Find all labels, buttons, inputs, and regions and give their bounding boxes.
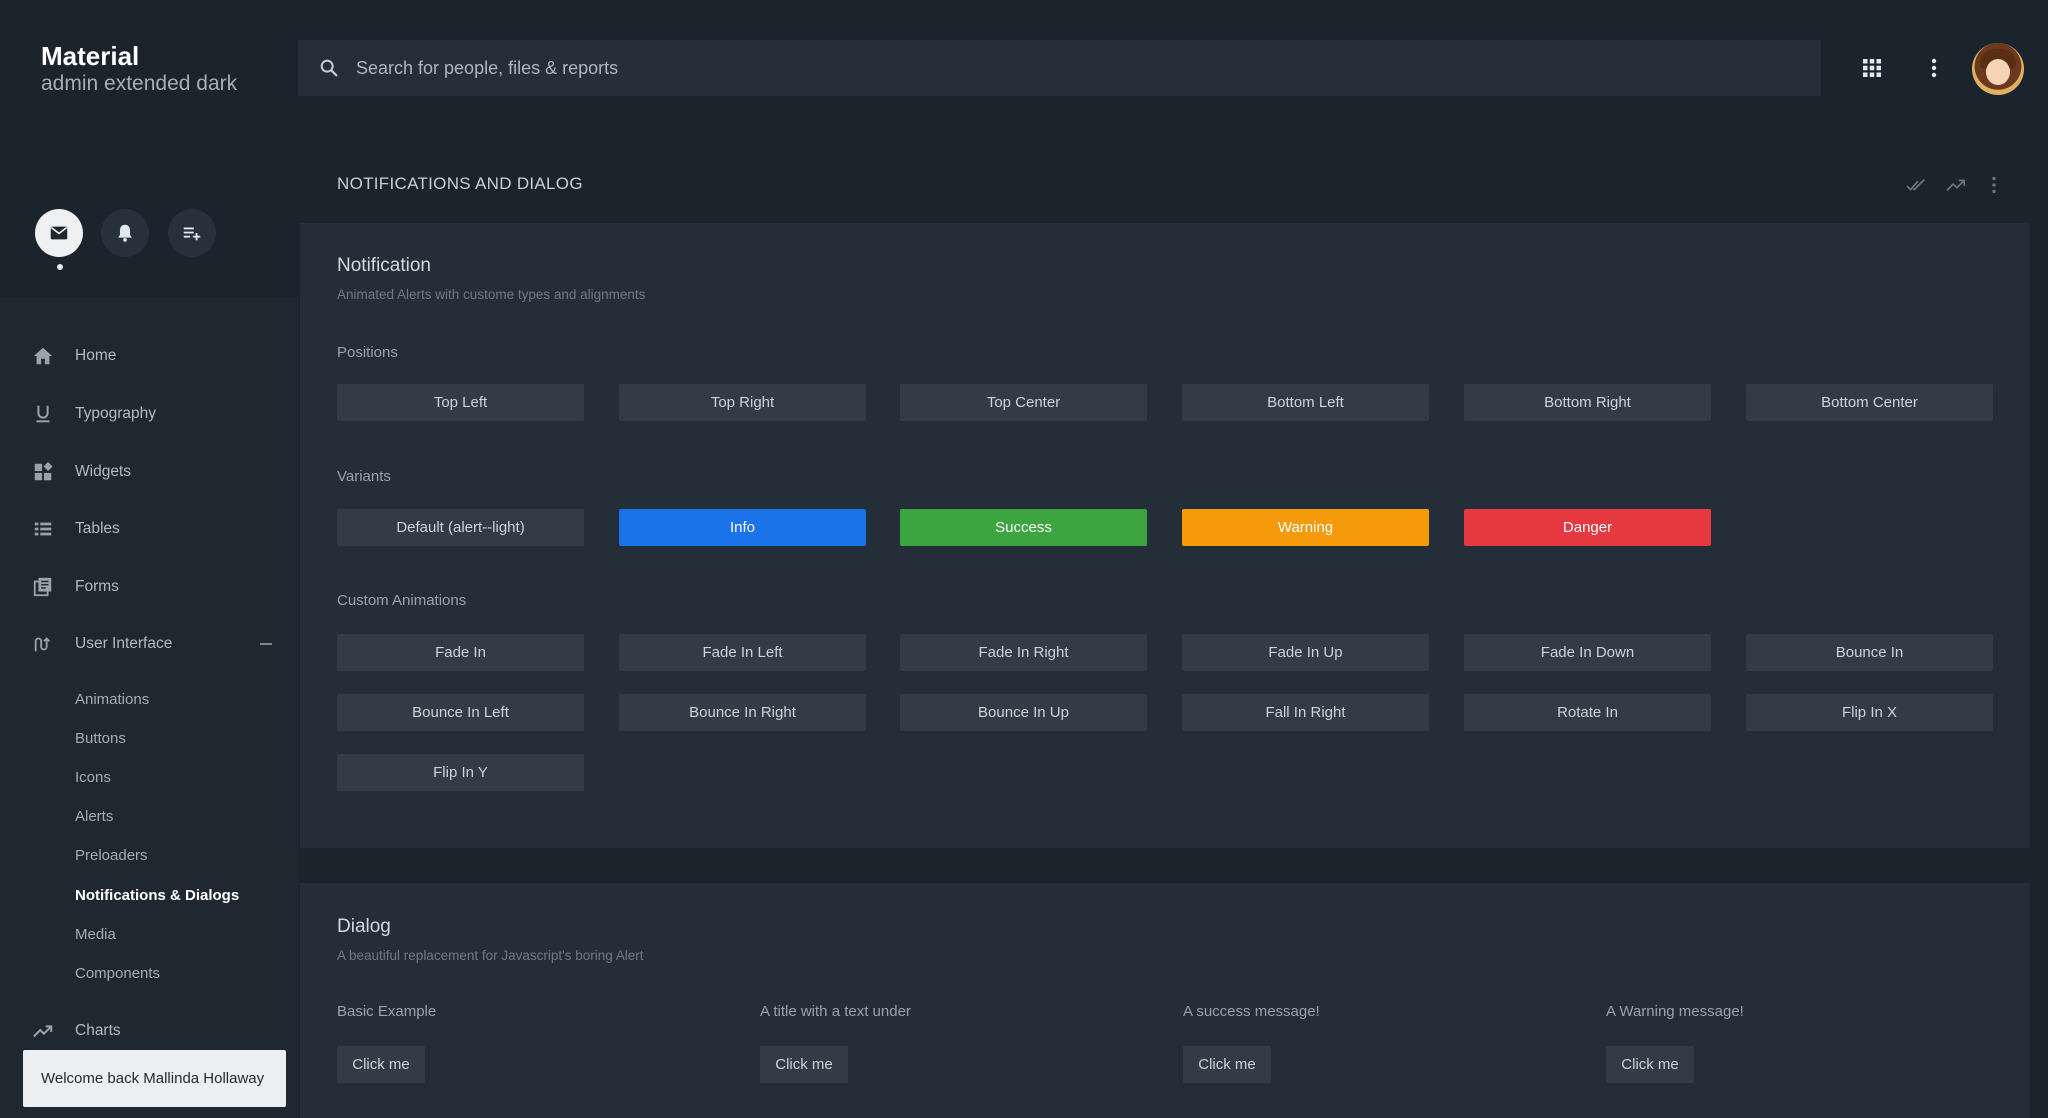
- playlist-add-button[interactable]: [168, 209, 216, 257]
- sidebar-item-label: Home: [75, 347, 117, 364]
- trending-up-icon[interactable]: [1945, 174, 1967, 196]
- welcome-toast[interactable]: Welcome back Mallinda Hollaway: [23, 1050, 286, 1107]
- animation-rotate-in-button[interactable]: Rotate In: [1464, 694, 1711, 731]
- sidebar-subitem-alerts[interactable]: Alerts: [75, 808, 113, 825]
- search-bar[interactable]: [298, 40, 1821, 96]
- variant-danger-button[interactable]: Danger: [1464, 509, 1711, 546]
- apps-grid-icon[interactable]: [1860, 56, 1884, 80]
- sidebar-subitem-animations[interactable]: Animations: [75, 691, 149, 708]
- position-top-center-button[interactable]: Top Center: [900, 384, 1147, 421]
- sidebar-item-label: Forms: [75, 578, 119, 595]
- dialog-example-label: Basic Example: [337, 1003, 437, 1020]
- forms-icon: [33, 577, 52, 597]
- sidebar-item-widgets[interactable]: Widgets: [0, 452, 298, 492]
- sidebar-item-user-interface[interactable]: User Interface: [0, 624, 298, 664]
- animation-fade-in-left-button[interactable]: Fade In Left: [619, 634, 866, 671]
- animation-bounce-in-left-button[interactable]: Bounce In Left: [337, 694, 584, 731]
- animation-fade-in-button[interactable]: Fade In: [337, 634, 584, 671]
- sidebar-item-tables[interactable]: Tables: [0, 509, 298, 549]
- position-bottom-right-button[interactable]: Bottom Right: [1464, 384, 1711, 421]
- avatar[interactable]: [1972, 43, 2024, 95]
- mail-button[interactable]: [35, 209, 83, 257]
- animation-fade-in-down-button[interactable]: Fade In Down: [1464, 634, 1711, 671]
- sidebar: Home Typography Widgets Tables Forms Use…: [0, 297, 298, 1118]
- card-title: Dialog: [337, 916, 391, 937]
- position-bottom-center-button[interactable]: Bottom Center: [1746, 384, 1993, 421]
- gesture-icon: [34, 637, 51, 652]
- notifications-button[interactable]: [101, 209, 149, 257]
- search-icon: [320, 59, 338, 77]
- list-icon: [34, 522, 52, 536]
- position-top-right-button[interactable]: Top Right: [619, 384, 866, 421]
- sidebar-item-label: Charts: [75, 1022, 121, 1039]
- more-vert-icon[interactable]: [1983, 174, 2005, 196]
- success-example-button[interactable]: Click me: [1183, 1046, 1271, 1083]
- sidebar-item-home[interactable]: Home: [0, 336, 298, 376]
- active-indicator: [57, 264, 63, 270]
- sidebar-item-label: Tables: [75, 520, 120, 537]
- search-input[interactable]: [356, 57, 1756, 79]
- card-subtitle: Animated Alerts with custome types and a…: [337, 287, 646, 302]
- card-subtitle: A beautiful replacement for Javascript's…: [337, 948, 644, 963]
- underline-icon: [36, 405, 50, 423]
- animation-bounce-in-up-button[interactable]: Bounce In Up: [900, 694, 1147, 731]
- mail-icon: [50, 226, 68, 240]
- title-text-example-button[interactable]: Click me: [760, 1046, 848, 1083]
- variants-label: Variants: [337, 468, 391, 485]
- animations-label: Custom Animations: [337, 592, 467, 609]
- animation-flip-in-y-button[interactable]: Flip In Y: [337, 754, 584, 791]
- dialog-card: Dialog A beautiful replacement for Javas…: [300, 883, 2030, 1118]
- bell-icon: [118, 224, 132, 242]
- notification-card: Notification Animated Alerts with custom…: [300, 223, 2030, 848]
- sidebar-subitem-icons[interactable]: Icons: [75, 769, 111, 786]
- variant-default-button[interactable]: Default (alert--light): [337, 509, 584, 546]
- position-top-left-button[interactable]: Top Left: [337, 384, 584, 421]
- page-title: NOTIFICATIONS AND DIALOG: [337, 174, 583, 193]
- variant-warning-button[interactable]: Warning: [1182, 509, 1429, 546]
- sidebar-item-label: Widgets: [75, 463, 131, 480]
- variant-info-button[interactable]: Info: [619, 509, 866, 546]
- page-header: NOTIFICATIONS AND DIALOG: [298, 140, 2034, 222]
- more-vert-icon[interactable]: [1922, 56, 1946, 80]
- animation-bounce-in-right-button[interactable]: Bounce In Right: [619, 694, 866, 731]
- animation-fall-in-right-button[interactable]: Fall In Right: [1182, 694, 1429, 731]
- animation-flip-in-x-button[interactable]: Flip In X: [1746, 694, 1993, 731]
- brand-subtitle: admin extended dark: [41, 72, 238, 95]
- playlist-add-icon: [183, 227, 201, 241]
- dialog-example-label: A success message!: [1183, 1003, 1320, 1020]
- dialog-example-label: A Warning message!: [1606, 1003, 1744, 1020]
- sidebar-item-forms[interactable]: Forms: [0, 567, 298, 607]
- sidebar-subitem-notifications-dialogs[interactable]: Notifications & Dialogs: [75, 887, 239, 904]
- widgets-icon: [34, 461, 53, 481]
- warning-example-button[interactable]: Click me: [1606, 1046, 1694, 1083]
- collapse-icon[interactable]: [260, 643, 272, 645]
- basic-example-button[interactable]: Click me: [337, 1046, 425, 1083]
- done-all-icon[interactable]: [1906, 174, 1928, 196]
- sidebar-subitem-buttons[interactable]: Buttons: [75, 730, 126, 747]
- dialog-example-label: A title with a text under: [760, 1003, 911, 1020]
- positions-label: Positions: [337, 344, 398, 361]
- sidebar-subitem-components[interactable]: Components: [75, 965, 160, 982]
- sidebar-subitem-preloaders[interactable]: Preloaders: [75, 847, 148, 864]
- animation-fade-in-right-button[interactable]: Fade In Right: [900, 634, 1147, 671]
- card-title: Notification: [337, 255, 431, 276]
- position-bottom-left-button[interactable]: Bottom Left: [1182, 384, 1429, 421]
- home-icon: [33, 347, 53, 365]
- brand-title: Material: [41, 41, 140, 71]
- brand: Material admin extended dark: [41, 40, 237, 96]
- sidebar-item-charts[interactable]: Charts: [0, 1011, 298, 1051]
- animation-fade-in-up-button[interactable]: Fade In Up: [1182, 634, 1429, 671]
- variant-success-button[interactable]: Success: [900, 509, 1147, 546]
- avatar-face: [1986, 59, 2010, 85]
- sidebar-subitem-media[interactable]: Media: [75, 926, 116, 943]
- sidebar-item-label: Typography: [75, 405, 156, 422]
- sidebar-item-typography[interactable]: Typography: [0, 394, 298, 434]
- animation-bounce-in-button[interactable]: Bounce In: [1746, 634, 1993, 671]
- sidebar-item-label: User Interface: [75, 635, 173, 652]
- trending-up-icon: [33, 1025, 53, 1038]
